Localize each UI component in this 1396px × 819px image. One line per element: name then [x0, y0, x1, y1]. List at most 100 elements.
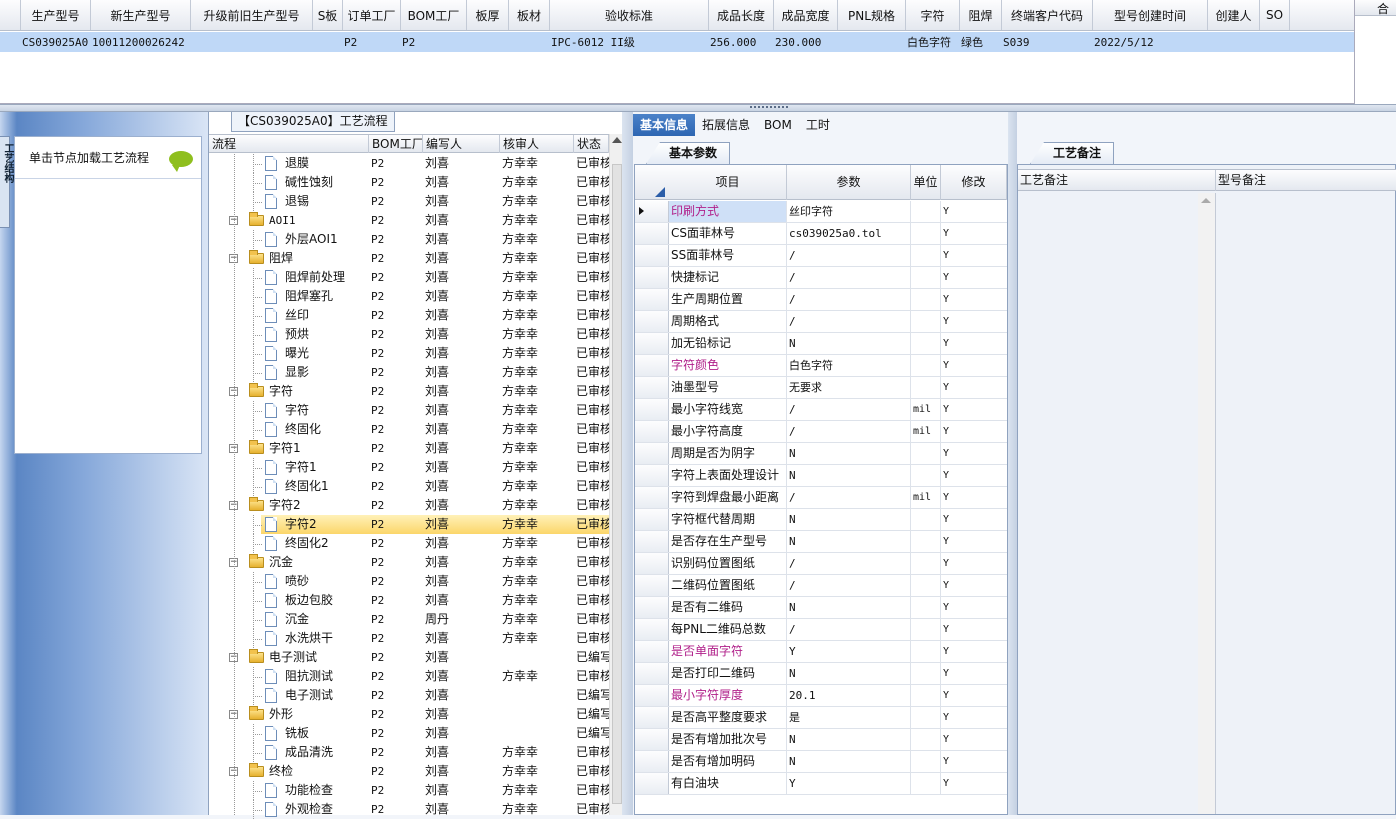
param-value[interactable]: cs039025a0.tol: [787, 223, 911, 244]
tree-column-header[interactable]: 编写人: [423, 135, 500, 153]
tree-doc-node[interactable]: 阻抗测试 P2 刘喜 方幸幸 已审核: [209, 667, 609, 686]
param-value[interactable]: Y: [787, 641, 911, 662]
param-value[interactable]: N: [787, 751, 911, 772]
grid-cell[interactable]: S039: [1000, 32, 1091, 52]
param-editable[interactable]: Y: [941, 597, 1007, 618]
param-row[interactable]: 快捷标记 / Y: [635, 267, 1007, 289]
tree-doc-node[interactable]: 曝光 P2 刘喜 方幸幸 已审核: [209, 344, 609, 363]
param-value[interactable]: N: [787, 465, 911, 486]
tab-work-hours[interactable]: 工时: [799, 114, 837, 136]
scroll-thumb[interactable]: [612, 164, 622, 804]
column-header[interactable]: 阻焊: [960, 0, 1002, 30]
param-editable[interactable]: Y: [941, 223, 1007, 244]
grid-cell[interactable]: 256.000: [707, 32, 772, 52]
param-editable[interactable]: Y: [941, 751, 1007, 772]
param-value[interactable]: /: [787, 311, 911, 332]
tree-doc-node[interactable]: 板边包胶 P2 刘喜 方幸幸 已审核: [209, 591, 609, 610]
column-header[interactable]: 板厚: [467, 0, 509, 30]
param-row[interactable]: 是否有二维码 N Y: [635, 597, 1007, 619]
param-editable[interactable]: Y: [941, 267, 1007, 288]
param-editable[interactable]: Y: [941, 641, 1007, 662]
tree-doc-node[interactable]: 沉金 P2 周丹 方幸幸 已审核: [209, 610, 609, 629]
param-row[interactable]: 生产周期位置 / Y: [635, 289, 1007, 311]
param-value[interactable]: 无要求: [787, 377, 911, 398]
param-value[interactable]: /: [787, 619, 911, 640]
grid-cell[interactable]: [507, 32, 548, 52]
param-value[interactable]: 是: [787, 707, 911, 728]
param-value[interactable]: /: [787, 421, 911, 442]
process-notes-column[interactable]: [1018, 193, 1216, 814]
vertical-splitter-right[interactable]: [1008, 112, 1017, 815]
tree-doc-node[interactable]: 水洗烘干 P2 刘喜 方幸幸 已审核: [209, 629, 609, 648]
param-value[interactable]: /: [787, 289, 911, 310]
param-value[interactable]: 白色字符: [787, 355, 911, 376]
tree-column-header[interactable]: 状态: [574, 135, 609, 153]
grid-cell[interactable]: [1258, 32, 1288, 52]
column-header[interactable]: PNL规格: [838, 0, 906, 30]
param-row[interactable]: 字符框代替周期 N Y: [635, 509, 1007, 531]
tree-doc-node[interactable]: 功能检查 P2 刘喜 方幸幸 已审核: [209, 781, 609, 800]
param-value[interactable]: N: [787, 663, 911, 684]
notes-scrollbar[interactable]: [1198, 193, 1215, 814]
scroll-up-icon[interactable]: [1201, 198, 1211, 203]
splitter-grip[interactable]: [750, 106, 788, 110]
param-value[interactable]: N: [787, 729, 911, 750]
tree-folder-node[interactable]: − 阻焊 P2 刘喜 方幸幸 已审核: [209, 249, 609, 268]
tree-doc-node[interactable]: 字符2 P2 刘喜 方幸幸 已审核: [253, 515, 609, 534]
param-row[interactable]: 周期格式 / Y: [635, 311, 1007, 333]
param-editable[interactable]: Y: [941, 333, 1007, 354]
tree-doc-node[interactable]: 碱性蚀刻 P2 刘喜 方幸幸 已审核: [209, 173, 609, 192]
column-header[interactable]: 订单工厂: [343, 0, 401, 30]
param-row[interactable]: 加无铅标记 N Y: [635, 333, 1007, 355]
tree-folder-node[interactable]: − 外形 P2 刘喜 已编写: [209, 705, 609, 724]
grid-cell[interactable]: [465, 32, 507, 52]
param-row[interactable]: 最小字符线宽 / mil Y: [635, 399, 1007, 421]
grid-cell[interactable]: 绿色: [958, 32, 1000, 52]
side-tab-structure[interactable]: 工艺结构: [0, 136, 13, 228]
grid-cell[interactable]: [311, 32, 341, 52]
column-header[interactable]: 成品长度: [709, 0, 774, 30]
tree-doc-node[interactable]: 终固化1 P2 刘喜 方幸幸 已审核: [209, 477, 609, 496]
grid-cell[interactable]: [189, 32, 311, 52]
param-value[interactable]: /: [787, 575, 911, 596]
param-editable[interactable]: Y: [941, 465, 1007, 486]
column-header[interactable]: 型号创建时间: [1093, 0, 1208, 30]
column-header[interactable]: 板材: [509, 0, 550, 30]
tree-doc-node[interactable]: 阻焊前处理 P2 刘喜 方幸幸 已审核: [209, 268, 609, 287]
param-row[interactable]: 是否有增加批次号 N Y: [635, 729, 1007, 751]
vertical-splitter-left[interactable]: [622, 112, 633, 815]
tree-doc-node[interactable]: 退锡 P2 刘喜 方幸幸 已审核: [209, 192, 609, 211]
tree-doc-node[interactable]: 成品清洗 P2 刘喜 方幸幸 已审核: [209, 743, 609, 762]
tree-doc-node[interactable]: 外层AOI1 P2 刘喜 方幸幸 已审核: [209, 230, 609, 249]
param-row[interactable]: 每PNL二维码总数 / Y: [635, 619, 1007, 641]
tree-column-header[interactable]: BOM工厂: [369, 135, 423, 153]
param-value[interactable]: /: [787, 553, 911, 574]
column-header[interactable]: 成品宽度: [774, 0, 838, 30]
param-editable[interactable]: Y: [941, 663, 1007, 684]
column-header[interactable]: 终端客户代码: [1002, 0, 1093, 30]
tree-column-header[interactable]: 核审人: [500, 135, 574, 153]
tree-doc-node[interactable]: 外观检查 P2 刘喜 方幸幸 已审核: [209, 800, 609, 819]
param-editable[interactable]: Y: [941, 377, 1007, 398]
tab-extended-info[interactable]: 拓展信息: [695, 114, 757, 136]
param-editable[interactable]: Y: [941, 245, 1007, 266]
notes-column-header[interactable]: 工艺备注: [1018, 170, 1216, 191]
params-column-header[interactable]: 修改: [941, 165, 1007, 200]
grid-cell[interactable]: CS039025A0: [19, 32, 89, 52]
tree-folder-node[interactable]: − 字符1 P2 刘喜 方幸幸 已审核: [209, 439, 609, 458]
param-row[interactable]: 是否有增加明码 N Y: [635, 751, 1007, 773]
param-value[interactable]: Y: [787, 773, 911, 794]
tree-doc-node[interactable]: 终固化2 P2 刘喜 方幸幸 已审核: [209, 534, 609, 553]
tree-doc-node[interactable]: 字符1 P2 刘喜 方幸幸 已审核: [209, 458, 609, 477]
tree-doc-node[interactable]: 喷砂 P2 刘喜 方幸幸 已审核: [209, 572, 609, 591]
column-header[interactable]: SO: [1260, 0, 1290, 30]
param-row[interactable]: CS面菲林号 cs039025a0.tol Y: [635, 223, 1007, 245]
column-header[interactable]: 字符: [906, 0, 960, 30]
tree-column-header[interactable]: 流程: [209, 135, 369, 153]
tab-process-notes[interactable]: 工艺备注: [1030, 142, 1115, 164]
column-header[interactable]: 新生产型号: [91, 0, 191, 30]
param-value[interactable]: /: [787, 399, 911, 420]
param-row[interactable]: 最小字符厚度 20.1 Y: [635, 685, 1007, 707]
grid-cell[interactable]: 10011200026242: [89, 32, 189, 52]
param-value[interactable]: N: [787, 597, 911, 618]
